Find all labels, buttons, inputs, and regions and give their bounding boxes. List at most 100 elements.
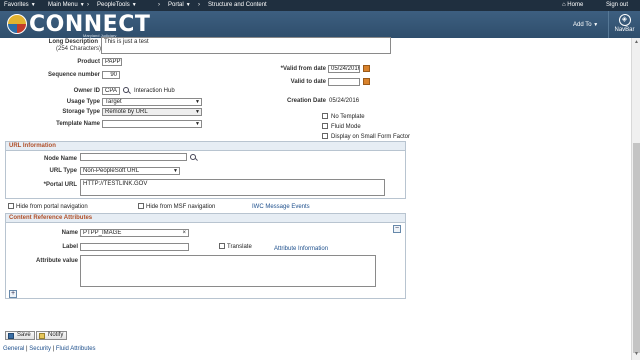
- vertical-scrollbar[interactable]: ▲ ▼: [631, 38, 640, 360]
- collapse-minus-icon[interactable]: −: [393, 225, 401, 233]
- creation-date-label: Creation Date: [286, 98, 326, 104]
- product-label: Product: [77, 59, 100, 65]
- long-description-limit: (254 Characters): [56, 46, 102, 52]
- attribute-name-label: Name: [61, 230, 78, 236]
- breadcrumb-separator-icon: ›: [158, 2, 160, 8]
- notify-envelope-icon: [39, 333, 45, 339]
- hide-portal-nav-label: Hide from portal navigation: [16, 204, 88, 210]
- owner-id-label: Owner ID: [73, 88, 100, 94]
- node-name-input[interactable]: [80, 153, 187, 161]
- url-information-header: URL Information: [6, 142, 405, 151]
- signout-link[interactable]: Sign out: [606, 2, 628, 8]
- save-disk-icon: [8, 333, 14, 339]
- url-type-select[interactable]: Non-PeopleSoft URL ▼: [80, 167, 180, 175]
- favorites-label: Favorites: [4, 2, 29, 8]
- long-description-textarea[interactable]: This is just a test: [101, 37, 391, 54]
- save-button[interactable]: Save: [5, 331, 35, 340]
- clear-x-icon[interactable]: ×: [182, 230, 186, 236]
- home-label: Home: [567, 2, 584, 8]
- owner-description: Interaction Hub: [134, 88, 175, 94]
- portal-url-textarea[interactable]: HTTP://TESTLINK.GOV: [80, 179, 385, 196]
- chevron-down-icon: ▼: [195, 99, 200, 105]
- navbar-label: NavBar: [614, 27, 635, 33]
- scrollbar-thumb[interactable]: [633, 143, 640, 353]
- fluid-attributes-tab-link[interactable]: Fluid Attributes: [56, 346, 96, 352]
- sequence-number-input[interactable]: 90: [102, 71, 120, 79]
- page-tabs-footer: General | Security | Fluid Attributes: [3, 346, 96, 352]
- storage-type-select[interactable]: Remote by URL ▼: [102, 108, 202, 116]
- small-form-factor-label: Display on Small Form Factor: [331, 134, 411, 140]
- home-icon: ⌂: [562, 2, 566, 8]
- search-icon[interactable]: [123, 87, 129, 93]
- long-description-label: Long Description: [48, 39, 98, 45]
- top-navigation-bar: Favorites ▼ Main Menu ▼ › PeopleTools ▼ › P…: [0, 0, 640, 11]
- creation-date-value: 05/24/2016: [329, 98, 360, 104]
- calendar-icon[interactable]: [363, 65, 370, 72]
- template-name-select[interactable]: ▼: [102, 120, 202, 128]
- compass-icon: ◈: [618, 14, 631, 26]
- usage-type-select[interactable]: Target ▼: [102, 98, 202, 106]
- scroll-down-arrow-icon[interactable]: ▼: [633, 351, 640, 358]
- sequence-number-label: Sequence number: [47, 72, 100, 78]
- owner-id-input[interactable]: CPA: [102, 87, 120, 95]
- main-menu[interactable]: Main Menu ▼: [48, 2, 85, 8]
- usage-type-value: Target: [105, 99, 122, 105]
- chevron-down-icon: ▼: [30, 2, 36, 8]
- main-menu-label: Main Menu: [48, 2, 78, 8]
- separator: |: [26, 346, 28, 352]
- general-tab-link[interactable]: General: [3, 346, 24, 352]
- chevron-down-icon: ▼: [185, 2, 191, 8]
- no-template-label: No Template: [331, 114, 365, 120]
- scroll-up-arrow-icon[interactable]: ▲: [633, 39, 640, 46]
- node-name-label: Node Name: [43, 156, 77, 162]
- breadcrumb-portal[interactable]: Portal ▼: [168, 2, 191, 8]
- attribute-label-label: Label: [62, 244, 78, 250]
- attribute-value-textarea[interactable]: [80, 255, 376, 287]
- storage-type-label: Storage Type: [62, 109, 100, 115]
- breadcrumb-structure-content[interactable]: Structure and Content: [208, 2, 267, 8]
- translate-checkbox[interactable]: [219, 243, 225, 249]
- valid-to-date-label: Valid to date: [290, 79, 326, 85]
- attribute-name-input[interactable]: PTPP_IMAGE ×: [80, 229, 189, 237]
- security-tab-link[interactable]: Security: [29, 346, 51, 352]
- favorites-menu[interactable]: Favorites ▼: [4, 2, 36, 8]
- product-input[interactable]: PAPP: [102, 58, 122, 66]
- add-row-plus-icon[interactable]: +: [9, 290, 17, 298]
- notify-button-label: Notify: [48, 332, 64, 338]
- hide-msf-nav-label: Hide from MSF navigation: [146, 204, 216, 210]
- fluid-mode-label: Fluid Mode: [331, 124, 361, 130]
- breadcrumb-label: Portal: [168, 2, 184, 8]
- hide-msf-nav-checkbox[interactable]: [138, 203, 144, 209]
- chevron-down-icon: ▼: [195, 109, 200, 115]
- breadcrumb-peopletools[interactable]: PeopleTools ▼: [97, 2, 137, 8]
- portal-url-label: *Portal URL: [43, 182, 77, 188]
- chevron-down-icon: ▼: [195, 121, 200, 127]
- chevron-down-icon: ▼: [79, 2, 85, 8]
- no-template-checkbox[interactable]: [322, 113, 328, 119]
- notify-button[interactable]: Notify: [36, 331, 68, 340]
- add-to-menu[interactable]: Add To ▼: [573, 22, 598, 28]
- attribute-information-link[interactable]: Attribute Information: [274, 246, 328, 252]
- small-form-factor-checkbox[interactable]: [322, 133, 328, 139]
- chevron-down-icon: ▼: [593, 22, 599, 28]
- add-to-label: Add To: [573, 22, 592, 28]
- breadcrumb-separator-icon: ›: [87, 2, 89, 8]
- hide-portal-nav-checkbox[interactable]: [8, 203, 14, 209]
- url-type-value: Non-PeopleSoft URL: [83, 168, 140, 174]
- attribute-value-label: Attribute value: [35, 258, 78, 264]
- search-icon[interactable]: [190, 154, 196, 160]
- navbar-button[interactable]: ◈ NavBar: [608, 11, 640, 38]
- valid-from-date-input[interactable]: 05/24/2016: [328, 65, 360, 73]
- calendar-icon[interactable]: [363, 78, 370, 85]
- breadcrumb-separator-icon: ›: [198, 2, 200, 8]
- chevron-down-icon: ▼: [173, 168, 178, 174]
- storage-type-value: Remote by URL: [105, 109, 148, 115]
- fluid-mode-checkbox[interactable]: [322, 123, 328, 129]
- valid-to-date-input[interactable]: [328, 78, 360, 86]
- iwc-message-events-link[interactable]: IWC Message Events: [252, 204, 310, 210]
- attribute-name-value: PTPP_IMAGE: [83, 230, 122, 236]
- chevron-down-icon: ▼: [131, 2, 137, 8]
- attribute-label-input[interactable]: [80, 243, 189, 251]
- home-link[interactable]: ⌂ Home: [562, 2, 583, 8]
- header-banner: CONNECT Maryland Judiciary Add To ▼ ◈ Na…: [0, 11, 640, 38]
